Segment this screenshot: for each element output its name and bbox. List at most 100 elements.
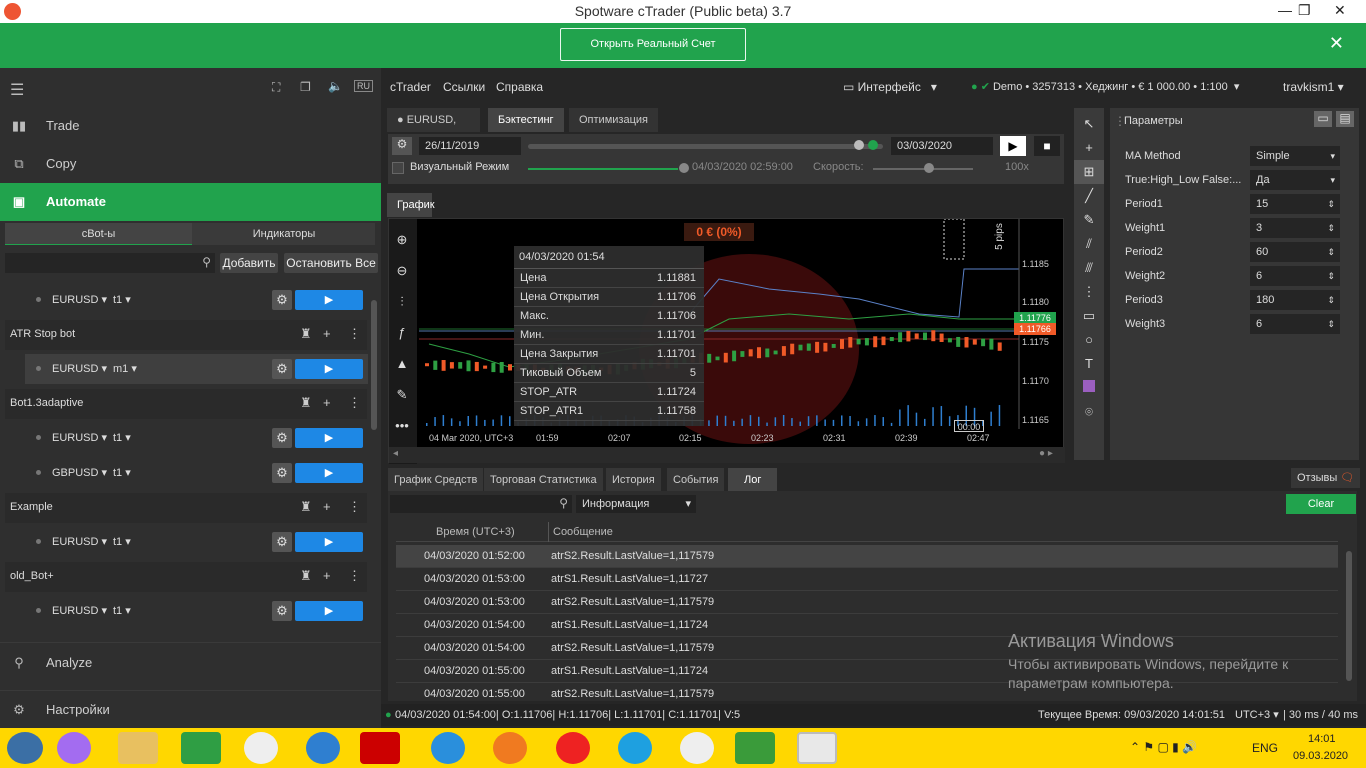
start-button-icon[interactable] <box>7 732 43 764</box>
start-instance-button[interactable]: ▶ <box>295 428 363 448</box>
clear-log-button[interactable]: Clear <box>1286 494 1356 514</box>
stop-all-button[interactable]: Остановить Все <box>284 253 378 273</box>
user-menu[interactable]: travkism1 ▾ <box>1283 80 1344 94</box>
cbot-row[interactable]: old_Bot+ ♜ + ⋮ <box>5 562 367 592</box>
instance-row[interactable]: EURUSD ▾ m1 ▾ ⚙ ▶ <box>25 354 368 384</box>
cbot-row[interactable]: Example ♜ + ⋮ <box>5 493 367 523</box>
instances-icon[interactable]: ♜ <box>300 326 312 342</box>
timeframe-select[interactable]: t1 ▾ <box>113 431 131 444</box>
more-options-icon[interactable]: ⋮ <box>348 568 361 584</box>
tab-optimization[interactable]: Оптимизация <box>569 108 658 132</box>
timeframe-select[interactable]: t1 ▾ <box>113 604 131 617</box>
instance-settings-icon[interactable]: ⚙ <box>272 532 292 552</box>
slider-handle-end[interactable] <box>868 140 878 150</box>
cbot-search-input[interactable]: ⚲ <box>5 253 215 273</box>
crosshair-box-icon[interactable]: ⊞ <box>1074 160 1104 184</box>
language-indicator[interactable]: ENG <box>1252 741 1278 755</box>
zoom-in-icon[interactable]: ⊕ <box>392 224 412 255</box>
param-value-input[interactable]: Simple ▾ <box>1250 146 1340 166</box>
load-params-icon[interactable]: ▭ <box>1314 111 1332 127</box>
bottom-tab[interactable]: История <box>606 468 661 492</box>
col-message[interactable]: Сообщение <box>548 522 613 542</box>
rectangle-icon[interactable]: ▭ <box>1074 304 1104 328</box>
instance-settings-icon[interactable]: ⚙ <box>272 428 292 448</box>
cursor-icon[interactable]: ↖ <box>1074 112 1104 136</box>
symbol-select[interactable]: EURUSD ▾ <box>52 293 107 306</box>
banner-close-icon[interactable]: ✕ <box>1329 33 1344 54</box>
ctrader-taskbar-icon[interactable] <box>797 732 837 764</box>
file-explorer-icon[interactable] <box>118 732 158 764</box>
tab-backtest[interactable]: Бэктестинг <box>488 108 564 132</box>
bottom-tab[interactable]: События <box>667 468 725 492</box>
param-value-input[interactable]: 3 ⇕ <box>1250 218 1340 238</box>
open-real-account-button[interactable]: Открыть Реальный Счет <box>560 28 746 61</box>
cbot-row[interactable]: ATR Stop bot ♜ + ⋮ <box>5 320 367 350</box>
add-instance-icon[interactable]: + <box>323 395 331 410</box>
indicator-icon[interactable]: ƒ <box>392 317 412 348</box>
account-selector[interactable]: ● ✔ Demo • 3257313 • Хеджинг • € 1 000.0… <box>971 80 1239 93</box>
slider-handle-start[interactable] <box>854 140 864 150</box>
channel-icon[interactable]: ⫻ <box>1074 256 1104 280</box>
instances-icon[interactable]: ♜ <box>300 499 312 515</box>
chart-hscroll[interactable]: ◂ ● ▸ <box>389 447 1065 463</box>
timeframe-select[interactable]: t1 ▾ <box>113 535 131 548</box>
more-options-icon[interactable]: ⋮ <box>348 499 361 515</box>
instance-row[interactable]: GBPUSD ▾ t1 ▾ ⚙ ▶ <box>25 458 368 488</box>
windows-icon[interactable]: ❐ <box>300 80 311 94</box>
feedback-button[interactable]: Отзывы 🗨 <box>1291 468 1361 488</box>
instance-settings-icon[interactable]: ⚙ <box>272 290 292 310</box>
crosshair-icon[interactable]: + <box>1074 136 1104 160</box>
add-instance-icon[interactable]: + <box>323 499 331 514</box>
opera-icon[interactable] <box>360 732 400 764</box>
tab-cbots[interactable]: cBot-ы <box>5 223 192 245</box>
log-search-input[interactable]: ⚲ <box>390 495 572 513</box>
log-level-select[interactable]: Информация ▾ <box>576 495 696 513</box>
itunes-icon[interactable] <box>680 732 714 764</box>
camera-icon[interactable]: ⌾ <box>1074 400 1104 424</box>
progress-handle[interactable] <box>679 163 689 173</box>
add-cbot-button[interactable]: Добавить <box>220 253 278 273</box>
start-instance-button[interactable]: ▶ <box>295 463 363 483</box>
interface-dropdown[interactable]: ▭ Интерфейс ▾ <box>843 80 937 94</box>
log-row[interactable]: 04/03/2020 01:52:00 atrS2.Result.LastValu… <box>396 545 1338 568</box>
nav-trade[interactable]: ▮▮ Trade <box>0 107 381 145</box>
start-instance-button[interactable]: ▶ <box>295 532 363 552</box>
visual-mode-checkbox[interactable] <box>392 162 404 174</box>
grid-tool-icon[interactable]: ⋮ <box>1074 280 1104 304</box>
line-icon[interactable]: ╱ <box>1074 184 1104 208</box>
language-ru-icon[interactable]: RU <box>354 80 373 92</box>
objects-icon[interactable]: ▲ <box>392 348 412 379</box>
symbol-select[interactable]: EURUSD ▾ <box>52 431 107 444</box>
ie-icon[interactable] <box>431 732 465 764</box>
start-date-field[interactable]: 26/11/2019 <box>419 137 521 155</box>
tray-icons[interactable]: ⌃ ⚑ ▢ ▮ 🔊 <box>1130 740 1197 754</box>
minimize-button[interactable]: — <box>1278 2 1292 18</box>
bottom-tab[interactable]: Торговая Статистика <box>484 468 603 492</box>
text-tool-icon[interactable]: T <box>1074 352 1104 376</box>
param-value-input[interactable]: 6 ⇕ <box>1250 266 1340 286</box>
log-row[interactable]: 04/03/2020 01:53:00 atrS2.Result.LastValu… <box>396 591 1338 614</box>
alice-icon[interactable] <box>57 732 91 764</box>
start-instance-button[interactable]: ▶ <box>295 359 363 379</box>
save-params-icon[interactable]: ▤ <box>1336 111 1354 127</box>
instance-settings-icon[interactable]: ⚙ <box>272 463 292 483</box>
timezone-select[interactable]: UTC+3 ▾ <box>1235 704 1279 726</box>
price-chart[interactable]: ⊕ ⊖ ⫶ ƒ ▲ ✎ ••• 0 € (0%) 5 pips 1.1185 1.… <box>388 218 1065 464</box>
add-instance-icon[interactable]: + <box>323 326 331 341</box>
close-window-button[interactable]: ✕ <box>1334 2 1346 19</box>
instance-row[interactable]: EURUSD ▾ t1 ▾ ⚙ ▶ <box>25 527 368 557</box>
more-icon[interactable]: ••• <box>392 410 412 441</box>
maximize-button[interactable]: ❐ <box>1298 2 1311 19</box>
sound-icon[interactable]: 🔈 <box>328 79 343 93</box>
instance-row[interactable]: EURUSD ▾ t1 ▾ ⚙ ▶ <box>25 596 368 626</box>
instance-row[interactable]: EURUSD ▾ t1 ▾ ⚙ ▶ <box>25 285 368 315</box>
symbol-select[interactable]: EURUSD ▾ <box>52 604 107 617</box>
instance-settings-icon[interactable]: ⚙ <box>272 601 292 621</box>
edge-dev-icon[interactable] <box>306 732 340 764</box>
skype-icon[interactable] <box>618 732 652 764</box>
menu-links[interactable]: Ссылки <box>443 80 485 94</box>
drawing-icon[interactable]: ✎ <box>392 379 412 410</box>
clock-time[interactable]: 14:01 <box>1308 733 1336 745</box>
param-value-input[interactable]: Да ▾ <box>1250 170 1340 190</box>
param-value-input[interactable]: 180 ⇕ <box>1250 290 1340 310</box>
